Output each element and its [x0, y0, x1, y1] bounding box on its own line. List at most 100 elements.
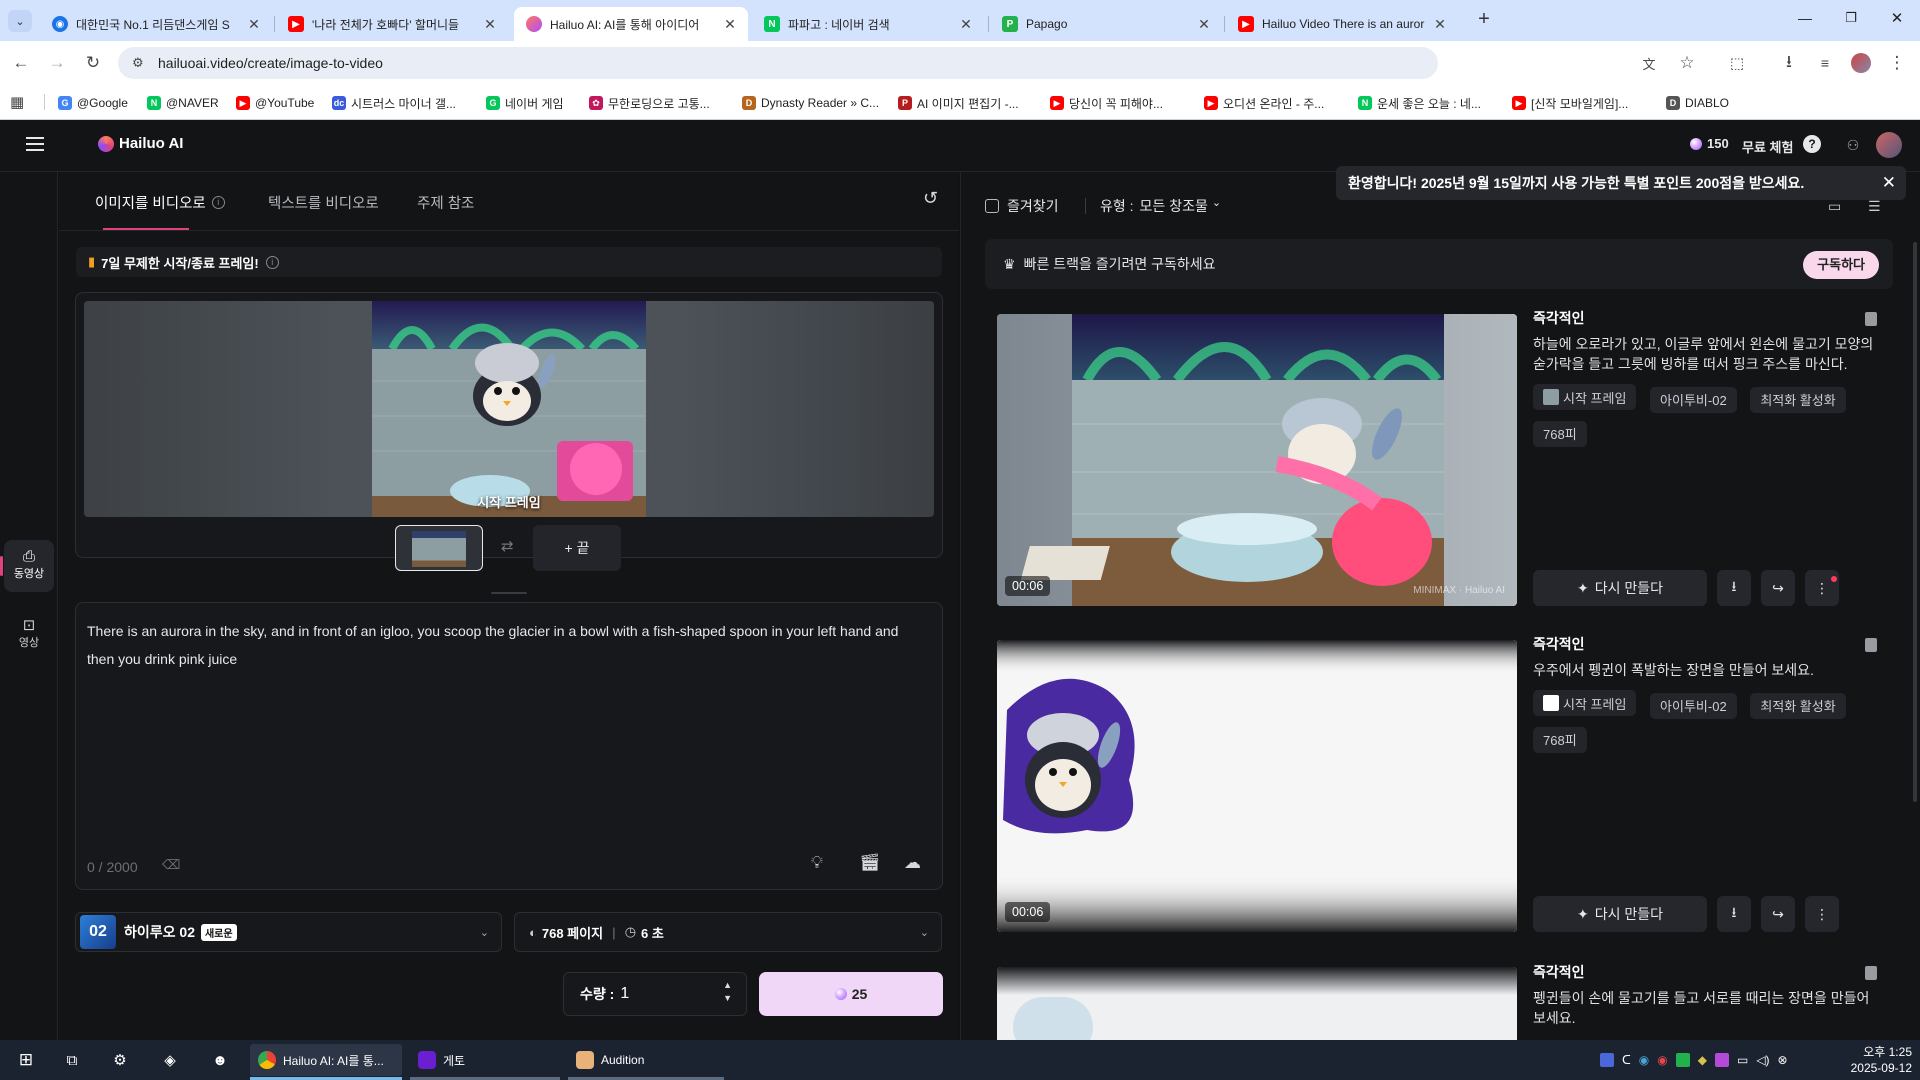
- share-button[interactable]: ↪: [1761, 570, 1795, 606]
- tray-app-icon[interactable]: [1675, 1053, 1690, 1067]
- bookmark-audition[interactable]: ▶ 오디션 온라인 - 주...: [1204, 94, 1324, 112]
- tray-close-icon[interactable]: ⊗: [1778, 1053, 1788, 1067]
- scrollbar-thumb[interactable]: [1913, 242, 1917, 802]
- grid-view-icon[interactable]: ☰: [1868, 198, 1881, 215]
- type-filter-dropdown[interactable]: 유형 : 모든 창조물 ⌄: [1100, 196, 1221, 216]
- bookmark-diablo[interactable]: D DIABLO: [1666, 94, 1729, 112]
- bookmark-naver-game[interactable]: G 네이버 게임: [486, 94, 564, 112]
- chrome-menu-icon[interactable]: ⋮: [1884, 50, 1910, 76]
- video-card[interactable]: 00:06: [997, 640, 1517, 932]
- frame-upload-area[interactable]: 시작 프레임 ⇄ + 끝: [75, 292, 943, 571]
- taskbar-app-audition[interactable]: Audition: [568, 1044, 724, 1076]
- user-avatar[interactable]: [1876, 132, 1902, 158]
- quantity-stepper[interactable]: 수량 : 1 ▲ ▼: [563, 972, 747, 1016]
- tab-close-icon[interactable]: ✕: [1196, 16, 1212, 33]
- share-button[interactable]: ↪: [1761, 896, 1795, 932]
- bookmark-dc[interactable]: dc 시트러스 마이너 갤...: [332, 94, 456, 112]
- stepper-arrows-icon[interactable]: ▲ ▼: [723, 979, 732, 1005]
- tab-close-icon[interactable]: ✕: [246, 16, 262, 33]
- credit-balance[interactable]: 150: [1690, 136, 1729, 151]
- promo-banner[interactable]: ▮ 7일 무제한 시작/종료 프레임! i: [76, 247, 942, 277]
- more-options-button[interactable]: ⋮: [1805, 896, 1839, 932]
- bookmark-mobile-game[interactable]: ▶ [신작 모바일게임]...: [1512, 94, 1628, 112]
- hamburger-menu-icon[interactable]: [26, 137, 44, 151]
- url-text[interactable]: hailuoai.video/create/image-to-video: [158, 55, 383, 71]
- tray-app-icon[interactable]: ◆: [1698, 1053, 1707, 1067]
- tray-app-icon[interactable]: [1600, 1053, 1614, 1067]
- download-button[interactable]: ⭳: [1717, 896, 1751, 932]
- tab-text-to-video[interactable]: 텍스트를 비디오로: [268, 192, 379, 213]
- settings-selector[interactable]: ◐ 768 페이지 | ◷ 6 초 ⌄: [514, 912, 942, 952]
- bookmark-icon[interactable]: [1865, 966, 1877, 980]
- address-bar[interactable]: ⚙ hailuoai.video/create/image-to-video: [118, 47, 1438, 79]
- bookmark-ai-editor[interactable]: P AI 이미지 편집기 -...: [898, 94, 1019, 112]
- browser-tab-5[interactable]: P Papago ✕: [990, 7, 1222, 41]
- steam-icon[interactable]: ⚙: [106, 1044, 134, 1076]
- reset-icon[interactable]: ↺: [923, 188, 938, 209]
- info-icon[interactable]: i: [211, 196, 225, 209]
- character-app-icon[interactable]: ☻: [206, 1044, 234, 1076]
- tab-close-icon[interactable]: ✕: [482, 16, 498, 33]
- resize-handle[interactable]: [491, 592, 527, 594]
- forward-arrow-icon[interactable]: →: [44, 50, 70, 76]
- favorites-filter[interactable]: 즐겨찾기: [985, 196, 1059, 216]
- volume-icon[interactable]: ◁): [1756, 1053, 1769, 1067]
- browser-tab-6[interactable]: ▶ Hailuo Video There is an auror ✕: [1226, 7, 1458, 41]
- bookmark-youtube-2[interactable]: ▶ 당신이 꼭 피해야...: [1050, 94, 1163, 112]
- media-control-icon[interactable]: ≡: [1812, 50, 1838, 76]
- regenerate-button[interactable]: ✦ 다시 만들다: [1533, 570, 1707, 606]
- browser-tab-4[interactable]: N 파파고 : 네이버 검색 ✕: [752, 7, 984, 41]
- browser-tab-1[interactable]: ◉ 대한민국 No.1 리듬댄스게임 S ✕: [40, 7, 272, 41]
- swap-frames-icon[interactable]: ⇄: [501, 537, 514, 555]
- apps-grid-icon[interactable]: ▦: [10, 93, 24, 111]
- tab-image-to-video[interactable]: 이미지를 비디오로 i: [95, 192, 225, 213]
- free-trial-link[interactable]: 무료 체험: [1742, 137, 1793, 156]
- prompt-tips-icon[interactable]: 💡︎: [811, 853, 823, 873]
- tray-app-icon[interactable]: ◉: [1639, 1053, 1649, 1067]
- tab-search-button[interactable]: ⌄: [8, 10, 32, 32]
- translate-icon[interactable]: 文: [1636, 50, 1662, 76]
- video-card[interactable]: 00:06 MINIMAX · Hailuo AI: [997, 314, 1517, 606]
- hailuo-logo[interactable]: Hailuo AI: [98, 135, 183, 152]
- bookmark-icon[interactable]: [1865, 638, 1877, 652]
- window-minimize-icon[interactable]: —: [1795, 10, 1815, 30]
- bookmark-fortune[interactable]: N 운세 좋은 오늘 : 네...: [1358, 94, 1481, 112]
- window-restore-icon[interactable]: ❐: [1841, 10, 1861, 30]
- browser-tab-2[interactable]: ▶ '나라 전체가 호빠다' 할머니들 ✕: [276, 7, 508, 41]
- back-arrow-icon[interactable]: ←: [8, 50, 34, 76]
- help-icon[interactable]: ?: [1803, 135, 1821, 153]
- taskbar-app-geto[interactable]: 게토: [410, 1044, 560, 1076]
- prompt-text[interactable]: 우주에서 펭귄이 폭발하는 장면을 만들어 보세요.: [1533, 660, 1883, 680]
- bookmark-youtube[interactable]: ▶ @YouTube: [236, 94, 314, 112]
- generate-button[interactable]: 25: [759, 972, 943, 1016]
- bookmark-loading[interactable]: ✿ 무한로딩으로 고통...: [589, 94, 710, 112]
- video-card[interactable]: [997, 967, 1517, 1040]
- tab-close-icon[interactable]: ✕: [1432, 16, 1448, 33]
- camera-movement-icon[interactable]: 🎬︎: [859, 853, 881, 873]
- network-icon[interactable]: ▭: [1737, 1053, 1748, 1067]
- start-frame-thumbnail[interactable]: [395, 525, 483, 571]
- favorites-checkbox[interactable]: [985, 199, 999, 213]
- prompt-textarea[interactable]: There is an aurora in the sky, and in fr…: [87, 617, 927, 673]
- extensions-icon[interactable]: ⬚: [1724, 50, 1750, 76]
- nav-item-media[interactable]: ⊡ 영상: [4, 608, 54, 660]
- close-icon[interactable]: ✕: [1882, 173, 1896, 193]
- download-icon[interactable]: ⭳: [1776, 50, 1802, 76]
- subscribe-button[interactable]: 구독하다: [1803, 251, 1879, 279]
- windows-start-icon[interactable]: ⊞: [12, 1044, 40, 1076]
- notification-icon[interactable]: ⚇: [1842, 134, 1864, 156]
- site-info-icon[interactable]: ⚙: [132, 55, 144, 71]
- eraser-icon[interactable]: ⌫: [162, 857, 180, 873]
- new-tab-button[interactable]: +: [1472, 7, 1496, 31]
- tab-close-icon[interactable]: ✕: [958, 16, 974, 33]
- taskbar-app-chrome[interactable]: Hailuo AI: AI를 통...: [250, 1044, 402, 1076]
- bookmark-naver[interactable]: N @NAVER: [147, 94, 219, 112]
- taskbar-clock[interactable]: 오후 1:25 2025-09-12: [1832, 1044, 1912, 1076]
- ai-enhance-icon[interactable]: ☁: [904, 853, 921, 873]
- reload-icon[interactable]: ↻: [80, 50, 106, 76]
- bookmark-google[interactable]: G @Google: [58, 94, 128, 112]
- tab-subject-reference[interactable]: 주제 참조: [417, 192, 474, 213]
- nav-item-video[interactable]: ⎙ 동영상: [4, 540, 54, 592]
- bookmark-icon[interactable]: [1865, 312, 1877, 326]
- bookmark-star-icon[interactable]: ☆: [1674, 50, 1700, 76]
